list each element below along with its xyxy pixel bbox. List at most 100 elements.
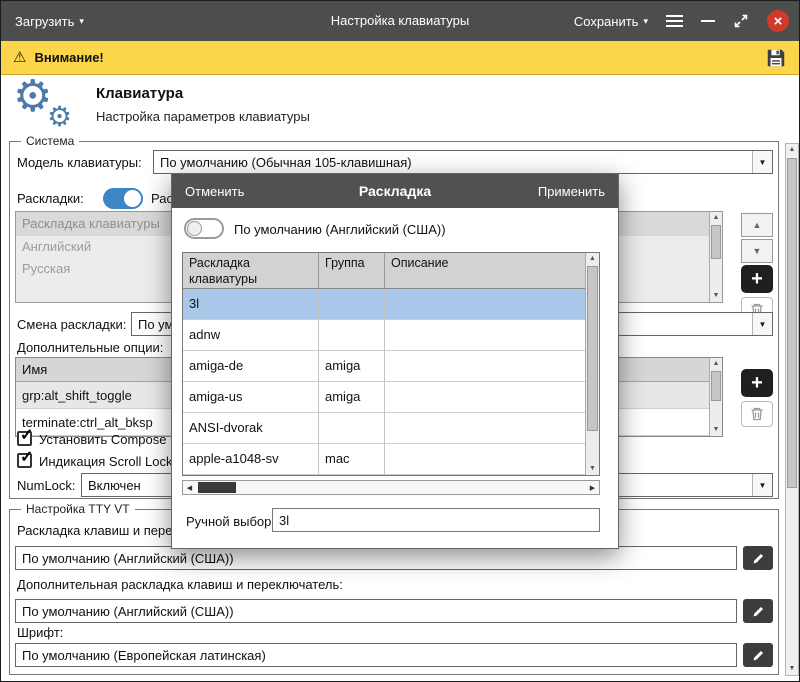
manual-select-input[interactable] <box>272 508 600 532</box>
column-header-description: Описание <box>385 253 599 288</box>
pencil-icon <box>752 605 765 618</box>
tty-extra-keymap-label: Дополнительная раскладка клавиш и перекл… <box>17 577 343 592</box>
move-layout-down-button[interactable]: ▼ <box>741 239 773 263</box>
save-menu-button[interactable]: Сохранить ▾ <box>574 14 648 29</box>
layout-table-hscrollbar[interactable]: ◀ ▶ <box>182 480 600 495</box>
up-arrow-icon: ▲ <box>753 220 762 230</box>
group-cell: mac <box>319 444 385 474</box>
scroll-down-icon[interactable]: ▼ <box>586 463 599 475</box>
minimize-button[interactable] <box>701 20 715 22</box>
load-menu-label: Загрузить <box>15 14 74 29</box>
save-menu-label: Сохранить <box>574 14 639 29</box>
scroll-right-icon[interactable]: ▶ <box>586 481 599 494</box>
dialog-apply-button[interactable]: Применить <box>538 184 605 199</box>
save-file-button[interactable] <box>765 47 787 69</box>
layouts-toggle[interactable] <box>103 188 143 209</box>
add-option-button[interactable]: + <box>741 369 773 397</box>
scroll-up-icon: ▲ <box>710 358 722 370</box>
scroll-up-icon[interactable]: ▲ <box>786 144 798 156</box>
scroll-up-icon: ▲ <box>710 212 722 224</box>
layout-cell: apple-a1048-sv <box>183 444 319 474</box>
check-icon: ✓ <box>20 427 33 445</box>
menu-button[interactable] <box>666 15 683 27</box>
layout-table-row[interactable]: amiga-us amiga <box>183 382 599 413</box>
manual-select-label: Ручной выбор: <box>186 514 275 529</box>
check-icon: ✓ <box>20 449 33 467</box>
description-cell <box>385 444 599 474</box>
scrolllock-checkbox[interactable]: ✓ <box>17 453 32 468</box>
layout-table: Раскладка клавиатуры Группа Описание 3l … <box>182 252 600 476</box>
tty-keymap-edit-button[interactable] <box>743 546 773 570</box>
scrollbar-thumb <box>711 225 721 259</box>
dialog-cancel-button[interactable]: Отменить <box>185 184 244 199</box>
toggle-knob <box>187 221 202 236</box>
layout-cell: amiga-us <box>183 382 319 412</box>
tty-group-legend: Настройка TTY VT <box>21 502 135 516</box>
tty-keymap-value: По умолчанию (Английский (США)) <box>22 551 234 566</box>
scrollbar-thumb[interactable] <box>198 482 236 493</box>
keyboard-settings-window: Загрузить ▾ Настройка клавиатуры Сохрани… <box>0 0 800 682</box>
scrollbar-thumb[interactable] <box>711 371 721 401</box>
plus-icon: + <box>751 373 763 393</box>
tty-keymap-field[interactable]: По умолчанию (Английский (США)) <box>15 546 737 570</box>
layout-table-row[interactable]: 3l <box>183 289 599 320</box>
add-layout-button[interactable]: + <box>741 265 773 293</box>
scroll-down-icon[interactable]: ▼ <box>786 663 798 675</box>
layout-table-row[interactable]: adnw <box>183 320 599 351</box>
layout-table-scrollbar[interactable]: ▲ ▼ <box>585 253 599 475</box>
layout-cell: amiga-de <box>183 351 319 381</box>
warning-icon: ⚠ <box>13 50 26 65</box>
toggle-knob <box>124 190 141 207</box>
description-cell <box>385 413 599 443</box>
console-font-field[interactable]: По умолчанию (Европейская латинская) <box>15 643 737 667</box>
tty-extra-keymap-value: По умолчанию (Английский (США)) <box>22 604 234 619</box>
dropdown-arrow-icon: ▼ <box>752 313 772 335</box>
floppy-icon <box>765 47 787 69</box>
main-scrollbar[interactable]: ▲ ▼ <box>785 143 799 676</box>
console-font-value: По умолчанию (Европейская латинская) <box>22 648 266 663</box>
trash-icon <box>749 406 765 422</box>
extra-options-label: Дополнительные опции: <box>17 340 163 355</box>
close-button[interactable]: × <box>767 10 789 32</box>
layout-cell: adnw <box>183 320 319 350</box>
expand-button[interactable] <box>733 13 749 29</box>
scroll-left-icon[interactable]: ◀ <box>183 481 196 494</box>
layout-table-row[interactable]: apple-a1048-sv mac <box>183 444 599 475</box>
layout-dialog: Отменить Раскладка Применить По умолчани… <box>171 173 619 549</box>
scrollbar-thumb[interactable] <box>587 266 598 431</box>
compose-checkbox[interactable]: ✓ <box>17 431 32 446</box>
keyboard-settings-gear-icon: ⚙ <box>47 103 72 131</box>
group-cell: amiga <box>319 382 385 412</box>
keyboard-model-select[interactable]: По умолчанию (Обычная 105-клавишная) ▼ <box>153 150 773 174</box>
layout-table-row[interactable]: amiga-de amiga <box>183 351 599 382</box>
page-title: Клавиатура <box>96 85 183 102</box>
default-layout-toggle[interactable] <box>184 218 224 239</box>
delete-option-button[interactable] <box>741 401 773 427</box>
move-layout-up-button[interactable]: ▲ <box>741 213 773 237</box>
group-cell <box>319 320 385 350</box>
scroll-up-icon[interactable]: ▲ <box>586 253 599 265</box>
dropdown-arrow-icon: ▼ <box>752 151 772 173</box>
tty-extra-keymap-edit-button[interactable] <box>743 599 773 623</box>
titlebar: Загрузить ▾ Настройка клавиатуры Сохрани… <box>1 1 799 41</box>
keyboard-model-label: Модель клавиатуры: <box>17 155 142 170</box>
hamburger-icon <box>666 15 683 27</box>
group-cell <box>319 413 385 443</box>
chevron-down-icon: ▾ <box>643 17 648 26</box>
layout-table-row[interactable]: ANSI-dvorak <box>183 413 599 444</box>
layout-table-body: 3l adnw amiga-de amiga amiga-us amiga AN… <box>183 289 599 475</box>
scrollbar-thumb[interactable] <box>787 158 797 488</box>
tty-keymap-label: Раскладка клавиш и пере <box>17 523 172 538</box>
minimize-icon <box>701 20 715 22</box>
description-cell <box>385 351 599 381</box>
tty-extra-keymap-field[interactable]: По умолчанию (Английский (США)) <box>15 599 737 623</box>
description-cell <box>385 289 599 319</box>
pencil-icon <box>752 649 765 662</box>
group-cell <box>319 289 385 319</box>
expand-icon <box>733 13 749 29</box>
load-menu-button[interactable]: Загрузить ▾ <box>15 14 84 29</box>
scroll-down-icon: ▼ <box>710 424 722 436</box>
options-table-scrollbar[interactable]: ▲ ▼ <box>709 358 722 436</box>
console-font-label: Шрифт: <box>17 625 63 640</box>
console-font-edit-button[interactable] <box>743 643 773 667</box>
